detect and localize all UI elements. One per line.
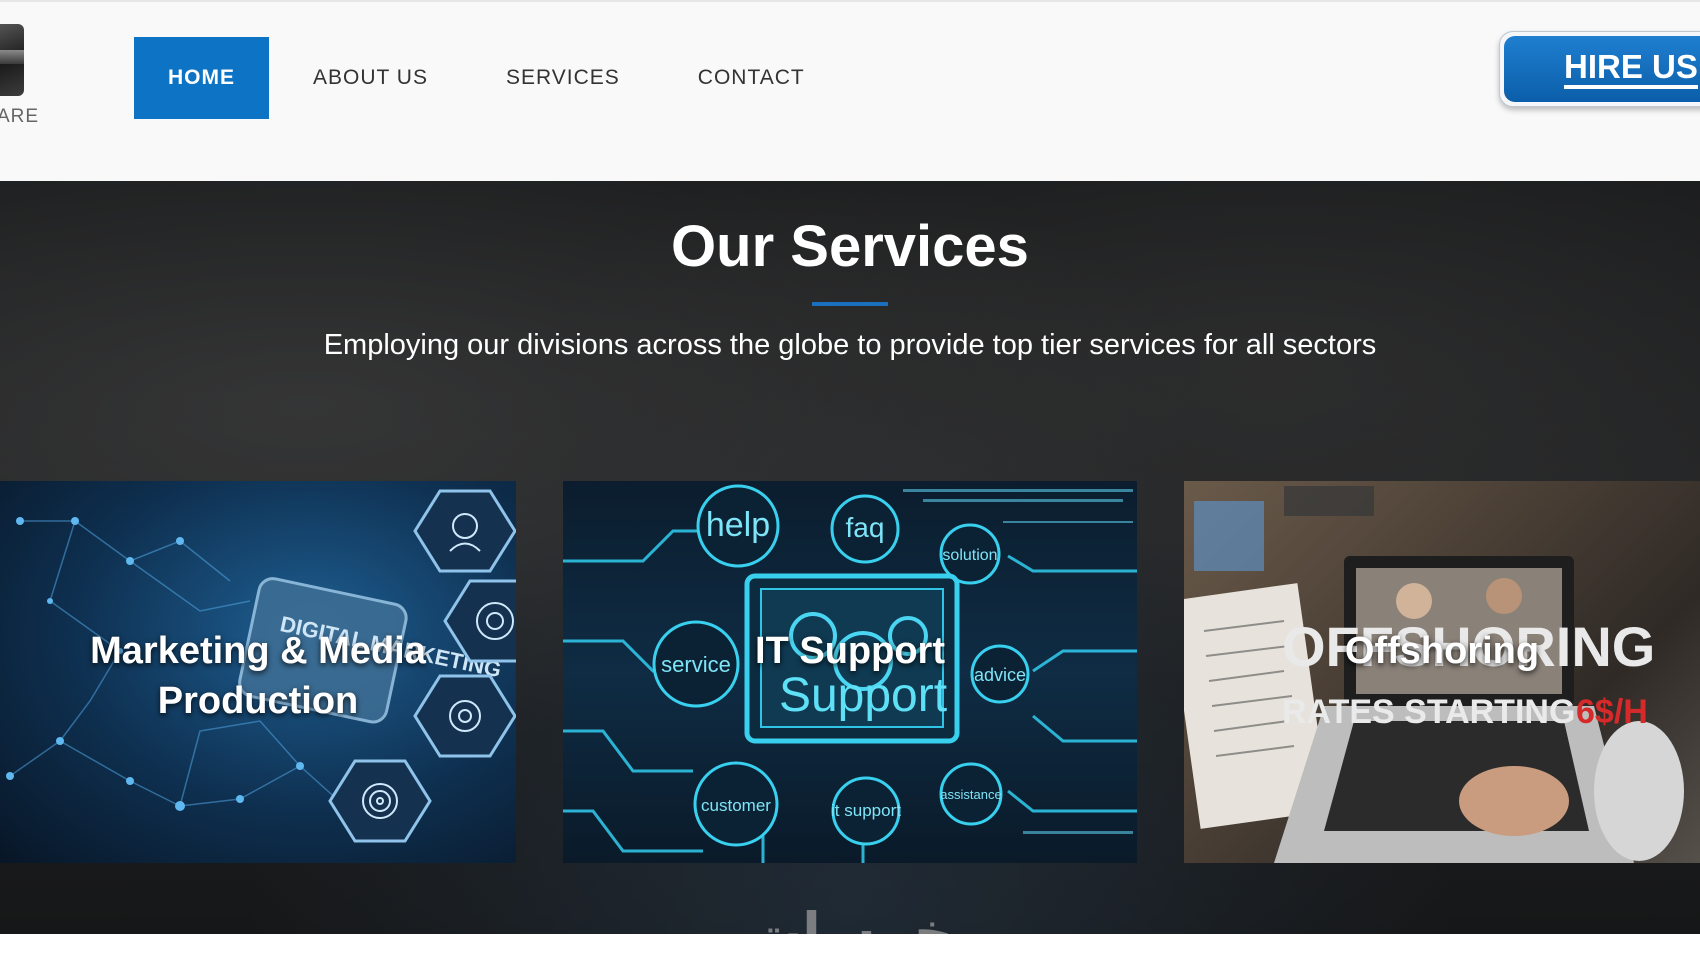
card-label-it-support: IT Support [755,630,945,672]
nav-contact[interactable]: CONTACT [664,37,839,119]
service-card-it-support[interactable]: help faq solution service advice custome… [563,481,1137,863]
card-label-marketing: Marketing & Media Production [90,630,426,722]
bubble-help: help [706,506,770,544]
bubble-faq: faq [846,512,885,543]
bubble-customer: customer [701,796,771,815]
logo-text[interactable]: ARE [0,106,39,128]
service-card-marketing[interactable]: DIGITAL MARKETING Marketing & Media Prod… [0,481,516,863]
card-label-offshoring: Offshoring [1344,630,1540,672]
nav-services[interactable]: SERVICES [472,37,654,119]
bubble-assistance: assistance [940,787,1001,802]
logo-icon[interactable] [0,24,24,96]
hire-us-button-face[interactable]: HIRE US [1504,36,1700,102]
bubble-solution: solution [942,547,997,564]
hire-us-button[interactable]: HIRE US [1499,31,1700,107]
rates-value-text: 6$/H [1576,693,1648,731]
service-card-offshoring[interactable]: OFFSHORING RATES STARTING 6$/H Offshorin… [1184,481,1700,863]
site-header: ARE HOME ABOUT US SERVICES CONTACT HIRE … [0,0,1700,181]
title-divider [812,302,888,306]
rates-starting-text: RATES STARTING [1282,693,1575,731]
support-screen-text: Support [779,669,947,722]
services-title: Our Services [671,214,1029,279]
footer-strip [0,934,1700,970]
bubble-it-support: it support [831,801,901,820]
main-nav: HOME ABOUT US SERVICES CONTACT [134,37,839,119]
services-subtitle: Employing our divisions across the globe… [323,329,1377,361]
services-section: Our Services Employing our divisions acr… [0,181,1700,934]
nav-about-us[interactable]: ABOUT US [279,37,462,119]
hire-us-label: HIRE US [1564,49,1698,89]
nav-home[interactable]: HOME [134,37,269,119]
